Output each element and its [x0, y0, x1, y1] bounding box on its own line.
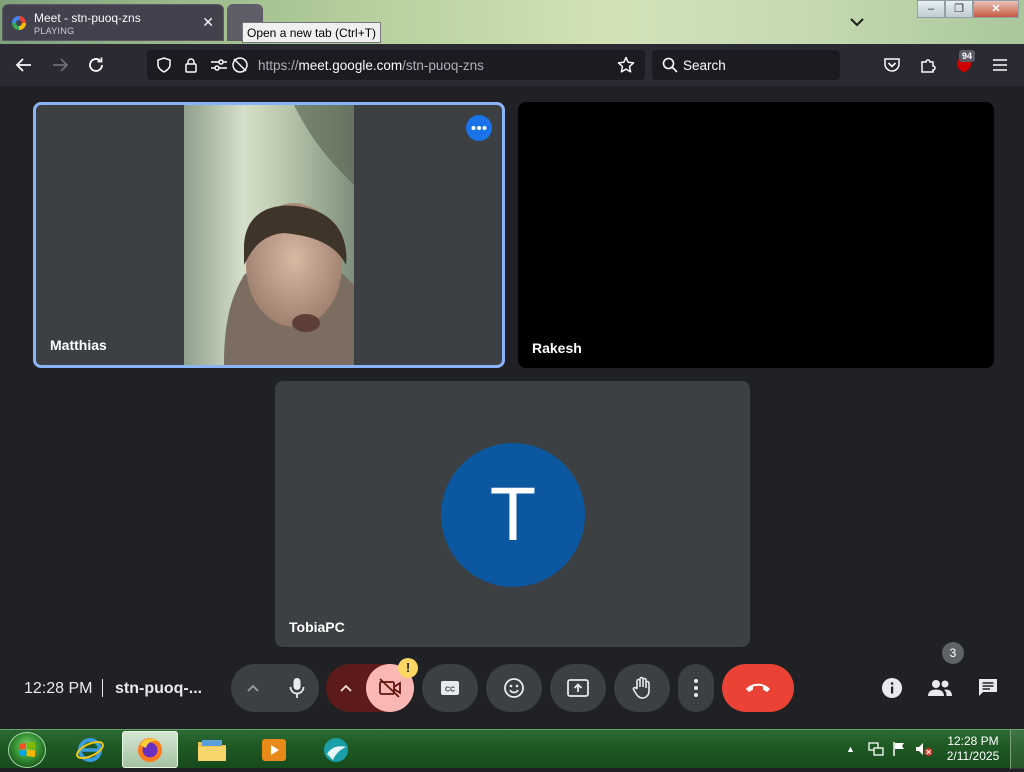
meeting-time: 12:28 PM	[24, 680, 93, 697]
participant-tile-rakesh[interactable]: Rakesh	[518, 102, 994, 368]
firefox-icon	[138, 737, 162, 762]
tracking-shield-icon[interactable]	[153, 54, 175, 76]
tab-close-icon[interactable]: ✕	[202, 15, 214, 29]
meeting-details-button[interactable]	[874, 664, 910, 712]
action-center-flag-icon[interactable]	[892, 741, 906, 762]
pocket-icon[interactable]	[881, 54, 903, 76]
clock-date: 2/11/2025	[946, 749, 1000, 763]
minimize-button[interactable]: –	[917, 0, 945, 18]
more-vert-icon	[694, 679, 698, 697]
search-icon	[659, 54, 681, 76]
meet-favicon-icon	[12, 16, 26, 30]
taskbar-app[interactable]	[308, 731, 364, 768]
restore-button[interactable]: ❐	[945, 0, 973, 18]
extension-badge: 94	[959, 50, 976, 62]
extensions-puzzle-icon[interactable]	[917, 54, 939, 76]
warning-badge: !	[398, 658, 418, 678]
show-desktop-button[interactable]	[1010, 730, 1024, 769]
participant-count-badge: 3	[942, 642, 964, 664]
chat-icon	[979, 679, 997, 696]
search-bar[interactable]: Search	[652, 50, 840, 80]
participant-name: TobiaPC	[289, 619, 345, 635]
windows-logo-icon	[19, 742, 35, 757]
emoji-icon	[504, 678, 524, 698]
meet-content: Matthias Rakesh T TobiaPC 12:28 PM stn-p…	[0, 86, 1024, 729]
browser-navbar: https://meet.google.com/stn-puoq-zns Sea…	[0, 44, 1024, 86]
leave-call-button[interactable]	[722, 664, 794, 712]
clock-time: 12:28 PM	[947, 734, 999, 748]
window-close-button[interactable]: ✕	[973, 0, 1019, 18]
window-controls: – ❐ ✕	[917, 0, 1019, 19]
people-icon	[928, 680, 952, 696]
more-options-button[interactable]	[678, 664, 714, 712]
address-bar[interactable]: https://meet.google.com/stn-puoq-zns	[147, 50, 645, 80]
captions-icon: CC	[441, 681, 459, 695]
app-globe-icon	[324, 737, 348, 762]
tab-title: Meet - stn-puoq-zns	[34, 11, 141, 25]
search-placeholder: Search	[683, 58, 726, 73]
meeting-code: stn-puoq-...	[115, 680, 203, 697]
end-call-icon	[746, 683, 770, 692]
captions-button[interactable]: CC	[422, 664, 478, 712]
microphone-icon[interactable]	[275, 677, 319, 699]
windows-taskbar: ▲ 12:28 PM 2/11/2025	[0, 729, 1024, 769]
folder-icon	[198, 739, 226, 761]
forward-arrow-icon[interactable]	[49, 54, 71, 76]
back-arrow-icon[interactable]	[13, 54, 35, 76]
internet-explorer-icon	[76, 737, 104, 762]
chat-button[interactable]	[970, 664, 1006, 712]
raise-hand-icon	[632, 676, 650, 699]
avatar: T	[441, 443, 585, 587]
video-options-chevron-icon[interactable]	[326, 683, 366, 693]
list-all-tabs-chevron-icon[interactable]	[846, 11, 868, 33]
permissions-icon[interactable]	[208, 54, 230, 76]
tab-meet[interactable]: Meet - stn-puoq-zns PLAYING ✕	[2, 4, 224, 41]
media-player-icon	[262, 738, 286, 761]
taskbar-media-player[interactable]	[246, 731, 302, 768]
meet-control-bar: 12:28 PM stn-puoq-... ! CC 3	[0, 642, 1024, 718]
lock-icon[interactable]	[180, 54, 202, 76]
present-screen-button[interactable]	[550, 664, 606, 712]
divider	[102, 679, 103, 697]
url-text[interactable]: https://meet.google.com/stn-puoq-zns	[258, 58, 484, 73]
show-hidden-icons-icon[interactable]: ▲	[846, 744, 855, 754]
bookmark-star-icon[interactable]	[615, 54, 637, 76]
participant-video	[184, 105, 354, 365]
info-icon	[882, 678, 902, 698]
more-options-button[interactable]	[466, 115, 492, 141]
network-icon[interactable]	[868, 741, 884, 762]
taskbar-file-explorer[interactable]	[184, 731, 240, 768]
menu-hamburger-icon[interactable]	[989, 54, 1011, 76]
volume-muted-icon[interactable]	[915, 741, 933, 762]
reload-icon[interactable]	[85, 54, 107, 76]
tab-status: PLAYING	[34, 26, 75, 36]
taskbar-internet-explorer[interactable]	[62, 731, 118, 768]
taskbar-firefox[interactable]	[122, 731, 178, 768]
participant-name: Rakesh	[532, 340, 582, 356]
audio-control-group	[231, 664, 319, 712]
participant-tile-tobiapc[interactable]: T TobiaPC	[275, 381, 750, 647]
camera-blocked-icon[interactable]	[229, 54, 251, 76]
start-button[interactable]	[8, 732, 46, 768]
people-button[interactable]	[922, 664, 958, 712]
raise-hand-button[interactable]	[614, 664, 670, 712]
audio-options-chevron-icon[interactable]	[231, 683, 275, 693]
present-screen-icon	[567, 679, 589, 697]
participant-tile-matthias[interactable]: Matthias	[33, 102, 505, 368]
participant-name: Matthias	[50, 337, 107, 353]
reactions-button[interactable]	[486, 664, 542, 712]
browser-tab-strip: Meet - stn-puoq-zns PLAYING ✕ Open a new…	[0, 0, 1024, 44]
new-tab-tooltip: Open a new tab (Ctrl+T)	[242, 22, 382, 43]
system-clock[interactable]: 12:28 PM 2/11/2025	[946, 734, 1000, 764]
svg-text:CC: CC	[445, 687, 455, 694]
